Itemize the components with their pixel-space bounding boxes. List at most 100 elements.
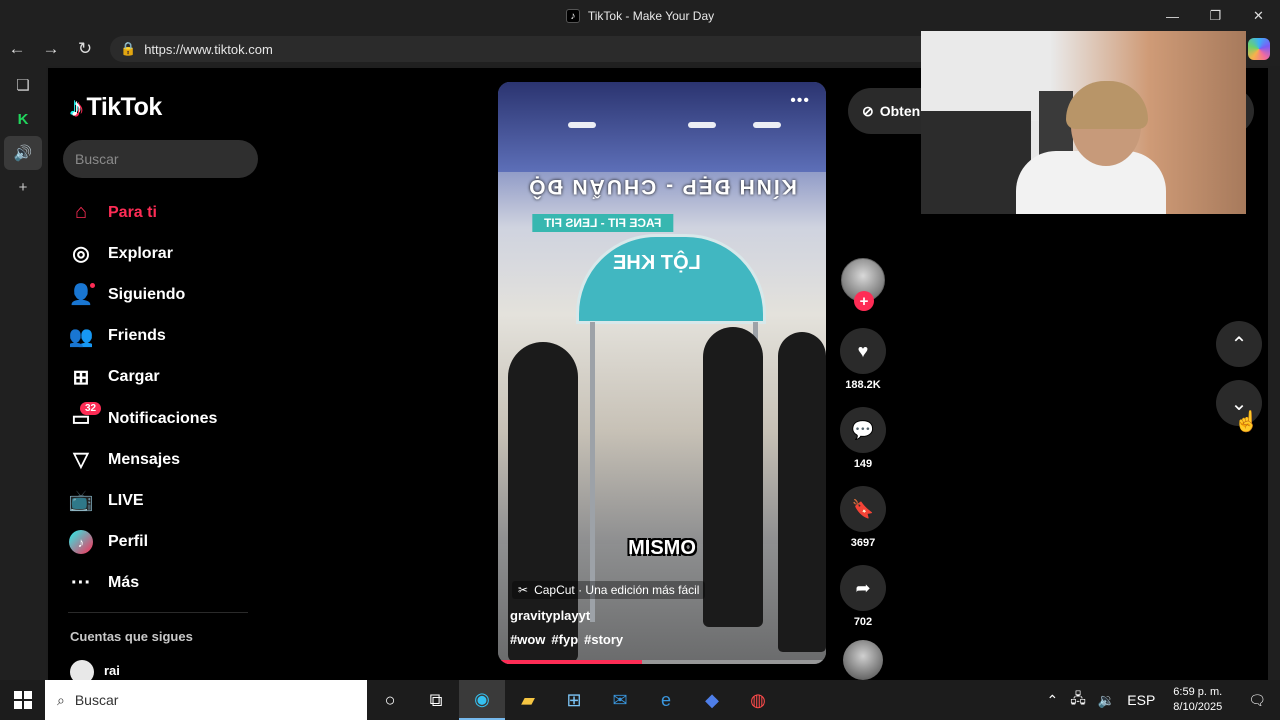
system-tray: ⌃ 🖧 🔉 ESP 6:59 p. m. 8/10/2025 🗨 bbox=[1040, 680, 1280, 720]
video-author[interactable]: gravityplayyt bbox=[510, 608, 590, 623]
windows-logo-icon bbox=[13, 691, 32, 709]
music-disc-avatar[interactable] bbox=[843, 640, 883, 680]
person-figure bbox=[778, 332, 826, 652]
sidebar-item-label: Cargar bbox=[108, 368, 160, 386]
account-name: rai bbox=[104, 662, 120, 678]
sidebar-item-perfil[interactable]: ♪ Perfil bbox=[68, 522, 217, 563]
sidebar-item-mensajes[interactable]: ▽ Mensajes bbox=[68, 439, 217, 480]
sidebar-item-siguiendo[interactable]: 👤 Siguiendo bbox=[68, 274, 217, 315]
like-count: 188.2K bbox=[845, 379, 881, 391]
sidebar-item-friends[interactable]: 👥 Friends bbox=[68, 316, 217, 357]
hashtag[interactable]: #wow bbox=[510, 632, 545, 647]
person-figure bbox=[703, 327, 763, 627]
taskbar-search-placeholder: Buscar bbox=[74, 692, 119, 708]
store-icon[interactable]: ⊞ bbox=[551, 680, 597, 720]
webcam-bed bbox=[921, 111, 1031, 214]
creator-avatar[interactable]: + bbox=[841, 258, 885, 311]
save-count: 3697 bbox=[850, 537, 876, 549]
sidebar-item-cargar[interactable]: ⊞ Cargar bbox=[68, 357, 217, 398]
comment-button[interactable]: 💬 bbox=[840, 407, 886, 453]
start-button[interactable] bbox=[0, 680, 45, 720]
previous-video-button[interactable]: ⌃ bbox=[1216, 321, 1262, 367]
sidebar-item-live[interactable]: 📺 LIVE bbox=[68, 480, 217, 521]
share-button[interactable]: ➦ bbox=[840, 565, 886, 611]
tiktok-logo[interactable]: ♪ TikTok bbox=[70, 92, 162, 123]
volume-icon[interactable]: 🔉 bbox=[1092, 692, 1121, 709]
video-hashtags: #wow #fyp #story bbox=[510, 632, 623, 647]
edge-taskbar-icon[interactable]: ◉ bbox=[459, 680, 505, 720]
video-player[interactable]: ••• KÍNH ĐẸP - CHUẨN ĐỘ FACE FIT - LENS … bbox=[498, 82, 826, 664]
sidebar-item-mas[interactable]: ··· Más bbox=[68, 563, 217, 604]
clock[interactable]: 6:59 p. m. 8/10/2025 bbox=[1161, 685, 1234, 715]
task-view-icon[interactable]: ⧉ bbox=[413, 680, 459, 720]
notification-center-icon[interactable]: 🗨 bbox=[1234, 692, 1280, 709]
window-title: ♪ TikTok - Make Your Day bbox=[565, 9, 714, 23]
tab-actions-icon[interactable]: ❏ bbox=[0, 68, 46, 102]
sidebar-item-label: Perfil bbox=[108, 533, 149, 551]
close-window-button[interactable]: ✕ bbox=[1237, 0, 1280, 32]
chevron-up-icon[interactable]: ⌃ bbox=[1040, 692, 1064, 709]
recorder-icon[interactable]: ◍ bbox=[735, 680, 781, 720]
save-button[interactable]: 🔖 bbox=[840, 486, 886, 532]
get-app-label: Obten bbox=[879, 103, 921, 119]
upload-icon: ⊞ bbox=[72, 366, 90, 389]
kick-tab-icon[interactable]: K bbox=[0, 102, 46, 136]
new-tab-button[interactable]: + bbox=[0, 170, 46, 204]
ceiling-light bbox=[753, 122, 781, 128]
file-explorer-icon[interactable]: ▰ bbox=[505, 680, 551, 720]
live-icon: 📺 bbox=[68, 490, 94, 513]
back-button[interactable]: ← bbox=[0, 32, 34, 66]
sidebar-item-explorar[interactable]: ◎ Explorar bbox=[68, 233, 217, 274]
sidebar-divider bbox=[68, 612, 248, 613]
hashtag[interactable]: #fyp bbox=[551, 632, 578, 647]
comment-icon: 💬 bbox=[851, 419, 875, 440]
cortana-icon[interactable]: ○ bbox=[367, 680, 413, 720]
follow-plus-icon[interactable]: + bbox=[854, 291, 874, 311]
sidebar-item-notificaciones[interactable]: ▭ 32 Notificaciones bbox=[68, 398, 217, 439]
bookmark-icon: 🔖 bbox=[851, 498, 875, 519]
capcut-label[interactable]: ✂ CapCut · Una edición más fácil bbox=[512, 581, 706, 599]
refresh-button[interactable]: ↻ bbox=[68, 32, 102, 66]
clock-time: 6:59 p. m. bbox=[1173, 686, 1223, 698]
hashtag[interactable]: #story bbox=[584, 632, 623, 647]
following-accounts-title: Cuentas que sigues bbox=[70, 629, 193, 644]
compass-icon: ◎ bbox=[72, 243, 90, 266]
video-progress-fill bbox=[498, 660, 643, 664]
roblox-icon[interactable]: ◆ bbox=[689, 680, 735, 720]
ceiling-light bbox=[568, 122, 596, 128]
sidebar-nav: ⌂ Para ti ◎ Explorar 👤 Siguiendo 👥 Frien… bbox=[68, 192, 218, 604]
copilot-icon[interactable] bbox=[1248, 38, 1270, 60]
webcam-person-cap bbox=[1066, 81, 1148, 129]
search-icon: ⌕ bbox=[57, 691, 65, 708]
sidebar-item-label: Friends bbox=[108, 327, 166, 345]
booth-sign: LỘT KHE bbox=[613, 252, 701, 274]
capcut-icon: ✂ bbox=[518, 583, 529, 597]
mouse-cursor-icon: ☝ bbox=[1234, 411, 1259, 433]
notification-badge: 32 bbox=[80, 401, 102, 415]
search-input[interactable]: Buscar bbox=[63, 140, 258, 178]
video-actions: + ♥ 188.2K 💬 149 🔖 3697 ➦ 702 bbox=[840, 258, 886, 680]
friends-icon: 👥 bbox=[68, 325, 94, 348]
video-more-options-icon[interactable]: ••• bbox=[790, 92, 810, 110]
following-account-item[interactable]: rai bbox=[70, 656, 120, 680]
taskbar-search-input[interactable]: ⌕ Buscar bbox=[45, 680, 367, 720]
minimize-button[interactable]: — bbox=[1151, 0, 1194, 32]
edge-legacy-icon[interactable]: e bbox=[643, 680, 689, 720]
address-bar[interactable]: 🔒 https://www.tiktok.com bbox=[110, 36, 940, 62]
video-progress-bar[interactable] bbox=[498, 660, 826, 664]
mail-icon[interactable]: ✉ bbox=[597, 680, 643, 720]
forward-button[interactable]: → bbox=[34, 32, 68, 66]
like-button[interactable]: ♥ bbox=[840, 328, 886, 374]
tiktok-note-icon: ♪ bbox=[70, 92, 83, 122]
network-icon[interactable]: 🖧 bbox=[1064, 688, 1092, 712]
sidebar-item-label: Para ti bbox=[108, 203, 157, 221]
search-placeholder: Buscar bbox=[75, 151, 119, 167]
sidebar-item-label: Explorar bbox=[108, 244, 173, 262]
sidebar-item-para-ti[interactable]: ⌂ Para ti bbox=[68, 192, 217, 233]
home-icon: ⌂ bbox=[74, 201, 88, 224]
webcam-overlay bbox=[921, 31, 1246, 214]
audio-tab-icon[interactable]: 🔊 bbox=[4, 136, 42, 170]
language-indicator[interactable]: ESP bbox=[1121, 692, 1161, 708]
restore-button[interactable]: ❐ bbox=[1194, 0, 1237, 32]
avatar bbox=[70, 660, 94, 680]
